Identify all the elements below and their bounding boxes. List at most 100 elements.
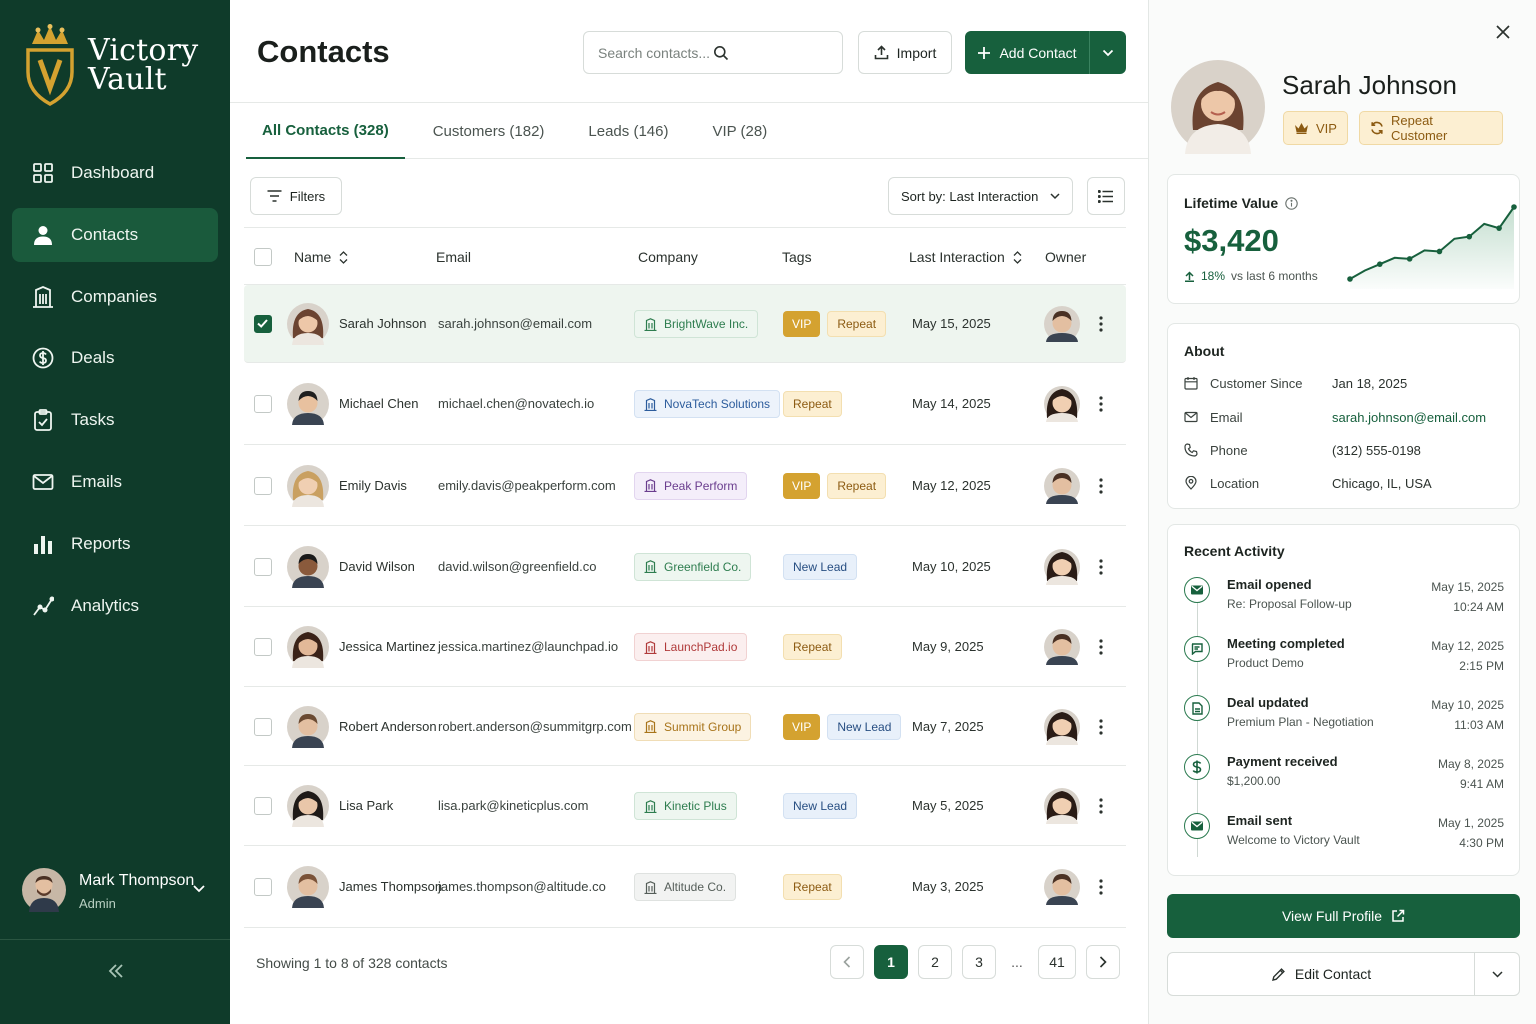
tab-vip[interactable]: VIP (28) <box>696 104 783 159</box>
contact-email[interactable]: michael.chen@novatech.io <box>438 396 594 411</box>
row-checkbox[interactable] <box>254 557 272 576</box>
company-chip[interactable]: Altitude Co. <box>634 873 737 901</box>
owner-avatar[interactable] <box>1044 629 1080 665</box>
table-row[interactable]: David Wilson david.wilson@greenfield.co … <box>244 526 1126 607</box>
owner-avatar[interactable] <box>1044 467 1080 504</box>
row-checkbox[interactable] <box>254 315 272 333</box>
sidebar-item-companies[interactable]: Companies <box>12 270 218 324</box>
contact-name[interactable]: Michael Chen <box>339 396 419 411</box>
tab-all-contacts[interactable]: All Contacts (328) <box>246 104 405 159</box>
owner-avatar[interactable] <box>1044 788 1080 824</box>
contact-email[interactable]: david.wilson@greenfield.co <box>438 559 596 574</box>
column-name[interactable]: Name <box>294 249 348 265</box>
contact-email[interactable]: james.thompson@altitude.co <box>438 879 606 894</box>
sidebar-item-tasks[interactable]: Tasks <box>12 393 218 447</box>
owner-avatar[interactable] <box>1044 548 1080 585</box>
table-row[interactable]: Emily Davis emily.davis@peakperform.com … <box>244 445 1126 526</box>
row-checkbox[interactable] <box>254 797 272 815</box>
pagination: 1 2 3 ... 41 <box>830 945 1120 979</box>
contact-name[interactable]: Lisa Park <box>339 798 393 813</box>
email-link[interactable]: sarah.johnson@email.com <box>1332 410 1486 425</box>
brand-logo[interactable]: Victory Vault <box>24 24 198 106</box>
contact-email[interactable]: sarah.johnson@email.com <box>438 316 592 331</box>
activity-item[interactable]: Meeting completed Product Demo May 12, 2… <box>1184 636 1504 682</box>
table-row[interactable]: Michael Chen michael.chen@novatech.io No… <box>244 363 1126 445</box>
row-checkbox[interactable] <box>254 878 272 896</box>
contact-email[interactable]: lisa.park@kineticplus.com <box>438 798 588 813</box>
activity-item[interactable]: Payment received $1,200.00 May 8, 2025 9:… <box>1184 754 1504 800</box>
owner-avatar[interactable] <box>1044 386 1080 422</box>
more-vertical-icon[interactable] <box>1099 477 1103 494</box>
tab-customers[interactable]: Customers (182) <box>417 104 561 159</box>
contact-name[interactable]: James Thompson <box>339 879 442 894</box>
page-2-button[interactable]: 2 <box>918 945 952 979</box>
sidebar-item-analytics[interactable]: Analytics <box>12 579 218 633</box>
contact-name[interactable]: Robert Anderson <box>339 719 437 734</box>
more-vertical-icon[interactable] <box>1099 798 1103 814</box>
owner-avatar[interactable] <box>1044 869 1080 905</box>
close-icon[interactable] <box>1495 24 1511 40</box>
owner-avatar[interactable] <box>1044 708 1080 745</box>
table-row[interactable]: Sarah Johnson sarah.johnson@email.com Br… <box>244 285 1126 363</box>
contact-email[interactable]: robert.anderson@summitgrp.com <box>438 719 632 734</box>
user-menu[interactable]: Mark Thompson Admin <box>0 846 230 940</box>
prev-page-button[interactable] <box>830 945 864 979</box>
sidebar-item-reports[interactable]: Reports <box>12 517 218 571</box>
tab-leads[interactable]: Leads (146) <box>572 104 684 159</box>
sidebar-item-emails[interactable]: Emails <box>12 455 218 509</box>
company-chip[interactable]: NovaTech Solutions <box>634 390 781 418</box>
owner-avatar[interactable] <box>1044 306 1080 342</box>
company-chip[interactable]: Peak Perform <box>634 471 748 500</box>
table-row[interactable]: Jessica Martinez jessica.martinez@launch… <box>244 607 1126 687</box>
table-row[interactable]: James Thompson james.thompson@altitude.c… <box>244 846 1126 928</box>
more-vertical-icon[interactable] <box>1099 558 1103 575</box>
activity-item[interactable]: Deal updated Premium Plan - Negotiation … <box>1184 695 1504 741</box>
table-row[interactable]: Lisa Park lisa.park@kineticplus.com Kine… <box>244 766 1126 846</box>
table-row[interactable]: Robert Anderson robert.anderson@summitgr… <box>244 687 1126 766</box>
add-contact-button[interactable]: Add Contact <box>965 31 1090 74</box>
column-last-interaction[interactable]: Last Interaction <box>909 249 1022 265</box>
search-input[interactable]: Search contacts... <box>583 31 843 74</box>
info-icon[interactable] <box>1285 196 1298 210</box>
about-label: Customer Since <box>1210 375 1303 391</box>
sidebar-item-deals[interactable]: Deals <box>12 331 218 385</box>
contact-name[interactable]: Jessica Martinez <box>339 639 436 654</box>
more-vertical-icon[interactable] <box>1099 718 1103 735</box>
row-checkbox[interactable] <box>254 638 272 656</box>
more-vertical-icon[interactable] <box>1099 396 1103 412</box>
filters-button[interactable]: Filters <box>250 177 342 215</box>
sidebar-item-contacts[interactable]: Contacts <box>12 207 218 262</box>
company-chip[interactable]: Summit Group <box>634 712 752 741</box>
row-checkbox[interactable] <box>254 717 272 736</box>
company-chip[interactable]: LaunchPad.io <box>634 633 748 661</box>
company-chip[interactable]: Kinetic Plus <box>634 792 737 820</box>
sort-select[interactable]: Sort by: Last Interaction <box>888 177 1073 215</box>
edit-contact-button[interactable]: Edit Contact <box>1168 953 1475 995</box>
page-1-button[interactable]: 1 <box>874 945 908 979</box>
row-checkbox[interactable] <box>254 395 272 413</box>
more-vertical-icon[interactable] <box>1099 639 1103 655</box>
contact-email[interactable]: jessica.martinez@launchpad.io <box>438 639 618 654</box>
contact-name[interactable]: David Wilson <box>339 559 415 574</box>
contact-name[interactable]: Sarah Johnson <box>339 316 426 331</box>
more-vertical-icon[interactable] <box>1099 879 1103 895</box>
row-checkbox[interactable] <box>254 476 272 495</box>
more-vertical-icon[interactable] <box>1099 316 1103 332</box>
activity-item[interactable]: Email sent Welcome to Victory Vault May … <box>1184 813 1504 859</box>
contact-name[interactable]: Emily Davis <box>339 478 407 493</box>
company-chip[interactable]: BrightWave Inc. <box>634 310 759 338</box>
import-button[interactable]: Import <box>858 31 952 74</box>
add-contact-dropdown-button[interactable] <box>1090 31 1126 74</box>
sidebar-item-dashboard[interactable]: Dashboard <box>12 146 218 200</box>
page-3-button[interactable]: 3 <box>962 945 996 979</box>
contact-email[interactable]: emily.davis@peakperform.com <box>438 478 616 493</box>
list-view-button[interactable] <box>1087 177 1125 215</box>
next-page-button[interactable] <box>1086 945 1120 979</box>
edit-contact-dropdown-button[interactable] <box>1475 953 1519 995</box>
select-all-checkbox[interactable] <box>254 248 272 266</box>
company-chip[interactable]: Greenfield Co. <box>634 552 752 581</box>
view-full-profile-button[interactable]: View Full Profile <box>1167 894 1520 938</box>
collapse-sidebar-icon[interactable] <box>107 962 125 980</box>
page-41-button[interactable]: 41 <box>1038 945 1076 979</box>
activity-item[interactable]: Email opened Re: Proposal Follow-up May … <box>1184 577 1504 623</box>
